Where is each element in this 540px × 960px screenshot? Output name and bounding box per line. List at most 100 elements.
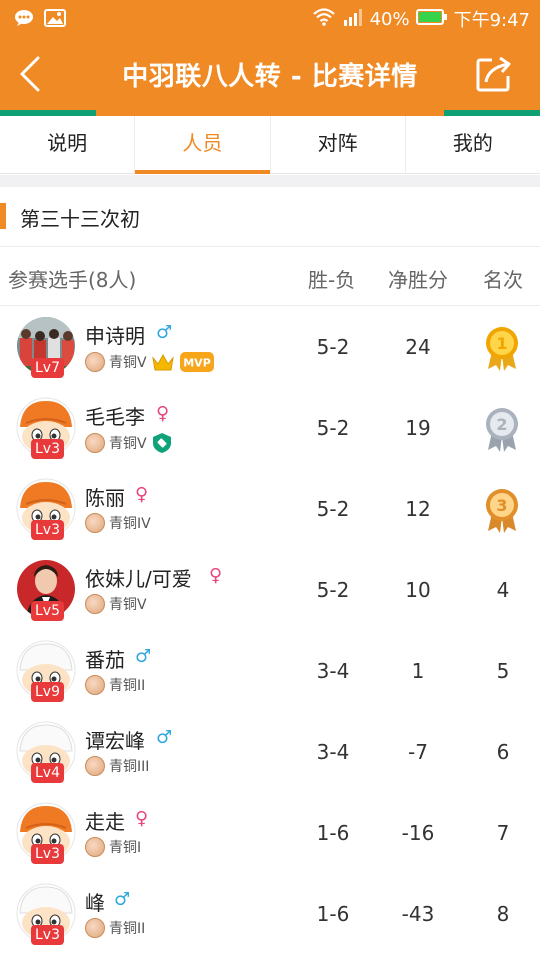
male-icon: ♂ <box>156 727 173 748</box>
rank-value: 8 <box>496 902 510 926</box>
section-header: 第三十三次初 <box>0 187 540 247</box>
tier-row: 青铜V <box>85 432 173 454</box>
net-points-value: -7 <box>408 740 428 764</box>
clock: 下午9:47 <box>453 10 530 31</box>
female-icon: ♀ <box>209 565 223 586</box>
net-points-value: 19 <box>405 416 431 440</box>
player-row[interactable]: Lv3 峰 ♂ 青铜II 1-6 -43 8 <box>0 874 540 955</box>
page-title: 中羽联八人转 - 比赛详情 <box>122 62 418 92</box>
level-badge: Lv3 <box>31 925 64 945</box>
net-points-value: 1 <box>411 659 425 683</box>
player-name[interactable]: 谭宏峰 <box>85 725 145 754</box>
section-marker <box>0 203 6 229</box>
rank-value: 5 <box>496 659 510 683</box>
net-points-value: 10 <box>405 578 431 602</box>
tier-medal-icon <box>85 352 105 372</box>
player-row[interactable]: Lv7 申诗明 ♂ 青铜V MVP 5-2 24 1 <box>0 307 540 388</box>
tier-medal-icon <box>85 675 105 695</box>
header-player: 参赛选手(8人) <box>8 268 137 292</box>
male-icon: ♂ <box>114 889 131 910</box>
level-badge: Lv4 <box>31 763 64 783</box>
tier-row: 青铜III <box>85 756 149 776</box>
male-icon: ♂ <box>156 322 173 343</box>
title-bar: 中羽联八人转 - 比赛详情 <box>0 38 540 116</box>
battery-percent: 40% <box>369 8 410 30</box>
tier-medal-icon <box>85 918 105 938</box>
level-badge: Lv7 <box>31 358 64 378</box>
share-icon <box>476 56 511 92</box>
tier-medal-icon <box>85 837 105 857</box>
player-name[interactable]: 陈丽 <box>85 482 125 511</box>
player-name[interactable]: 申诗明 <box>85 320 145 349</box>
tier-label: 青铜III <box>109 759 150 775</box>
image-icon <box>44 9 66 31</box>
table-header: 参赛选手(8人) 胜-负 净胜分 名次 <box>0 248 540 306</box>
tier-label: 青铜V <box>109 436 147 452</box>
female-icon: ♀ <box>156 403 170 424</box>
player-name[interactable]: 依妹儿/可爱 <box>85 563 192 592</box>
player-row[interactable]: Lv4 谭宏峰 ♂ 青铜III 3-4 -7 6 <box>0 712 540 793</box>
header-win-loss: 胜-负 <box>308 268 356 292</box>
net-points-value: -43 <box>401 902 435 926</box>
silver-medal-icon: 2 <box>484 406 520 452</box>
net-points-value: 12 <box>405 497 431 521</box>
player-list: Lv7 申诗明 ♂ 青铜V MVP 5-2 24 1 Lv3 毛毛李 ♀ 青铜V 5-2 19 2 Lv3 陈丽… <box>0 307 540 955</box>
tab-description[interactable]: 说明 <box>0 116 136 173</box>
chat-bubble-icon <box>14 9 34 31</box>
mvp-badge: MVP <box>179 351 215 373</box>
tier-medal-icon <box>85 756 105 776</box>
male-icon: ♂ <box>135 646 152 667</box>
player-name[interactable]: 毛毛李 <box>85 401 145 430</box>
player-name[interactable]: 番茄 <box>85 644 125 673</box>
tab-matchups[interactable]: 对阵 <box>271 116 406 173</box>
tier-row: 青铜I <box>85 837 141 857</box>
player-row[interactable]: Lv5 依妹儿/可爱 ♀ 青铜V 5-2 10 4 <box>0 550 540 631</box>
tab-players[interactable]: 人员 <box>135 116 271 174</box>
tier-label: 青铜IV <box>109 516 151 532</box>
header-rank: 名次 <box>483 268 523 292</box>
tier-medal-icon <box>85 513 105 533</box>
tier-row: 青铜II <box>85 918 145 938</box>
net-points-value: -16 <box>401 821 435 845</box>
medal-rank-label: 3 <box>496 496 507 515</box>
tier-row: 青铜IV <box>85 513 151 533</box>
player-row[interactable]: Lv3 毛毛李 ♀ 青铜V 5-2 19 2 <box>0 388 540 469</box>
tier-label: 青铜II <box>109 678 146 694</box>
rank-value: 7 <box>496 821 510 845</box>
tier-medal-icon <box>85 433 105 453</box>
level-badge: Lv3 <box>31 439 64 459</box>
tier-label: 青铜V <box>109 355 147 371</box>
status-bar: 40% 下午9:47 <box>0 0 540 38</box>
tier-label: 青铜V <box>109 597 147 613</box>
player-row[interactable]: Lv9 番茄 ♂ 青铜II 3-4 1 5 <box>0 631 540 712</box>
win-loss-value: 1-6 <box>316 902 350 926</box>
player-name[interactable]: 走走 <box>85 806 125 835</box>
gold-medal-icon: 1 <box>484 325 520 371</box>
win-loss-value: 5-2 <box>316 416 350 440</box>
tier-label: 青铜I <box>109 840 142 856</box>
section-divider <box>0 175 540 187</box>
player-row[interactable]: Lv3 走走 ♀ 青铜I 1-6 -16 7 <box>0 793 540 874</box>
crown-icon <box>151 352 175 372</box>
share-button[interactable] <box>474 54 514 94</box>
female-icon: ♀ <box>135 484 149 505</box>
tier-row: 青铜V <box>85 594 147 614</box>
level-badge: Lv9 <box>31 682 64 702</box>
rank-value: 6 <box>496 740 510 764</box>
medal-rank-label: 1 <box>496 334 507 353</box>
level-badge: Lv3 <box>31 844 64 864</box>
tier-label: 青铜II <box>109 921 146 937</box>
player-name[interactable]: 峰 <box>85 887 105 916</box>
win-loss-value: 5-2 <box>316 578 350 602</box>
tab-mine[interactable]: 我的 <box>406 116 540 173</box>
win-loss-value: 3-4 <box>316 740 350 764</box>
mvp-badge-label: MVP <box>183 357 211 370</box>
tier-row: 青铜II <box>85 675 145 695</box>
win-loss-value: 1-6 <box>316 821 350 845</box>
wifi-icon <box>312 7 336 32</box>
player-row[interactable]: Lv3 陈丽 ♀ 青铜IV 5-2 12 3 <box>0 469 540 550</box>
net-points-value: 24 <box>405 335 431 359</box>
bronze-medal-icon: 3 <box>484 487 520 533</box>
tier-row: 青铜V MVP <box>85 351 215 373</box>
win-loss-value: 3-4 <box>316 659 350 683</box>
